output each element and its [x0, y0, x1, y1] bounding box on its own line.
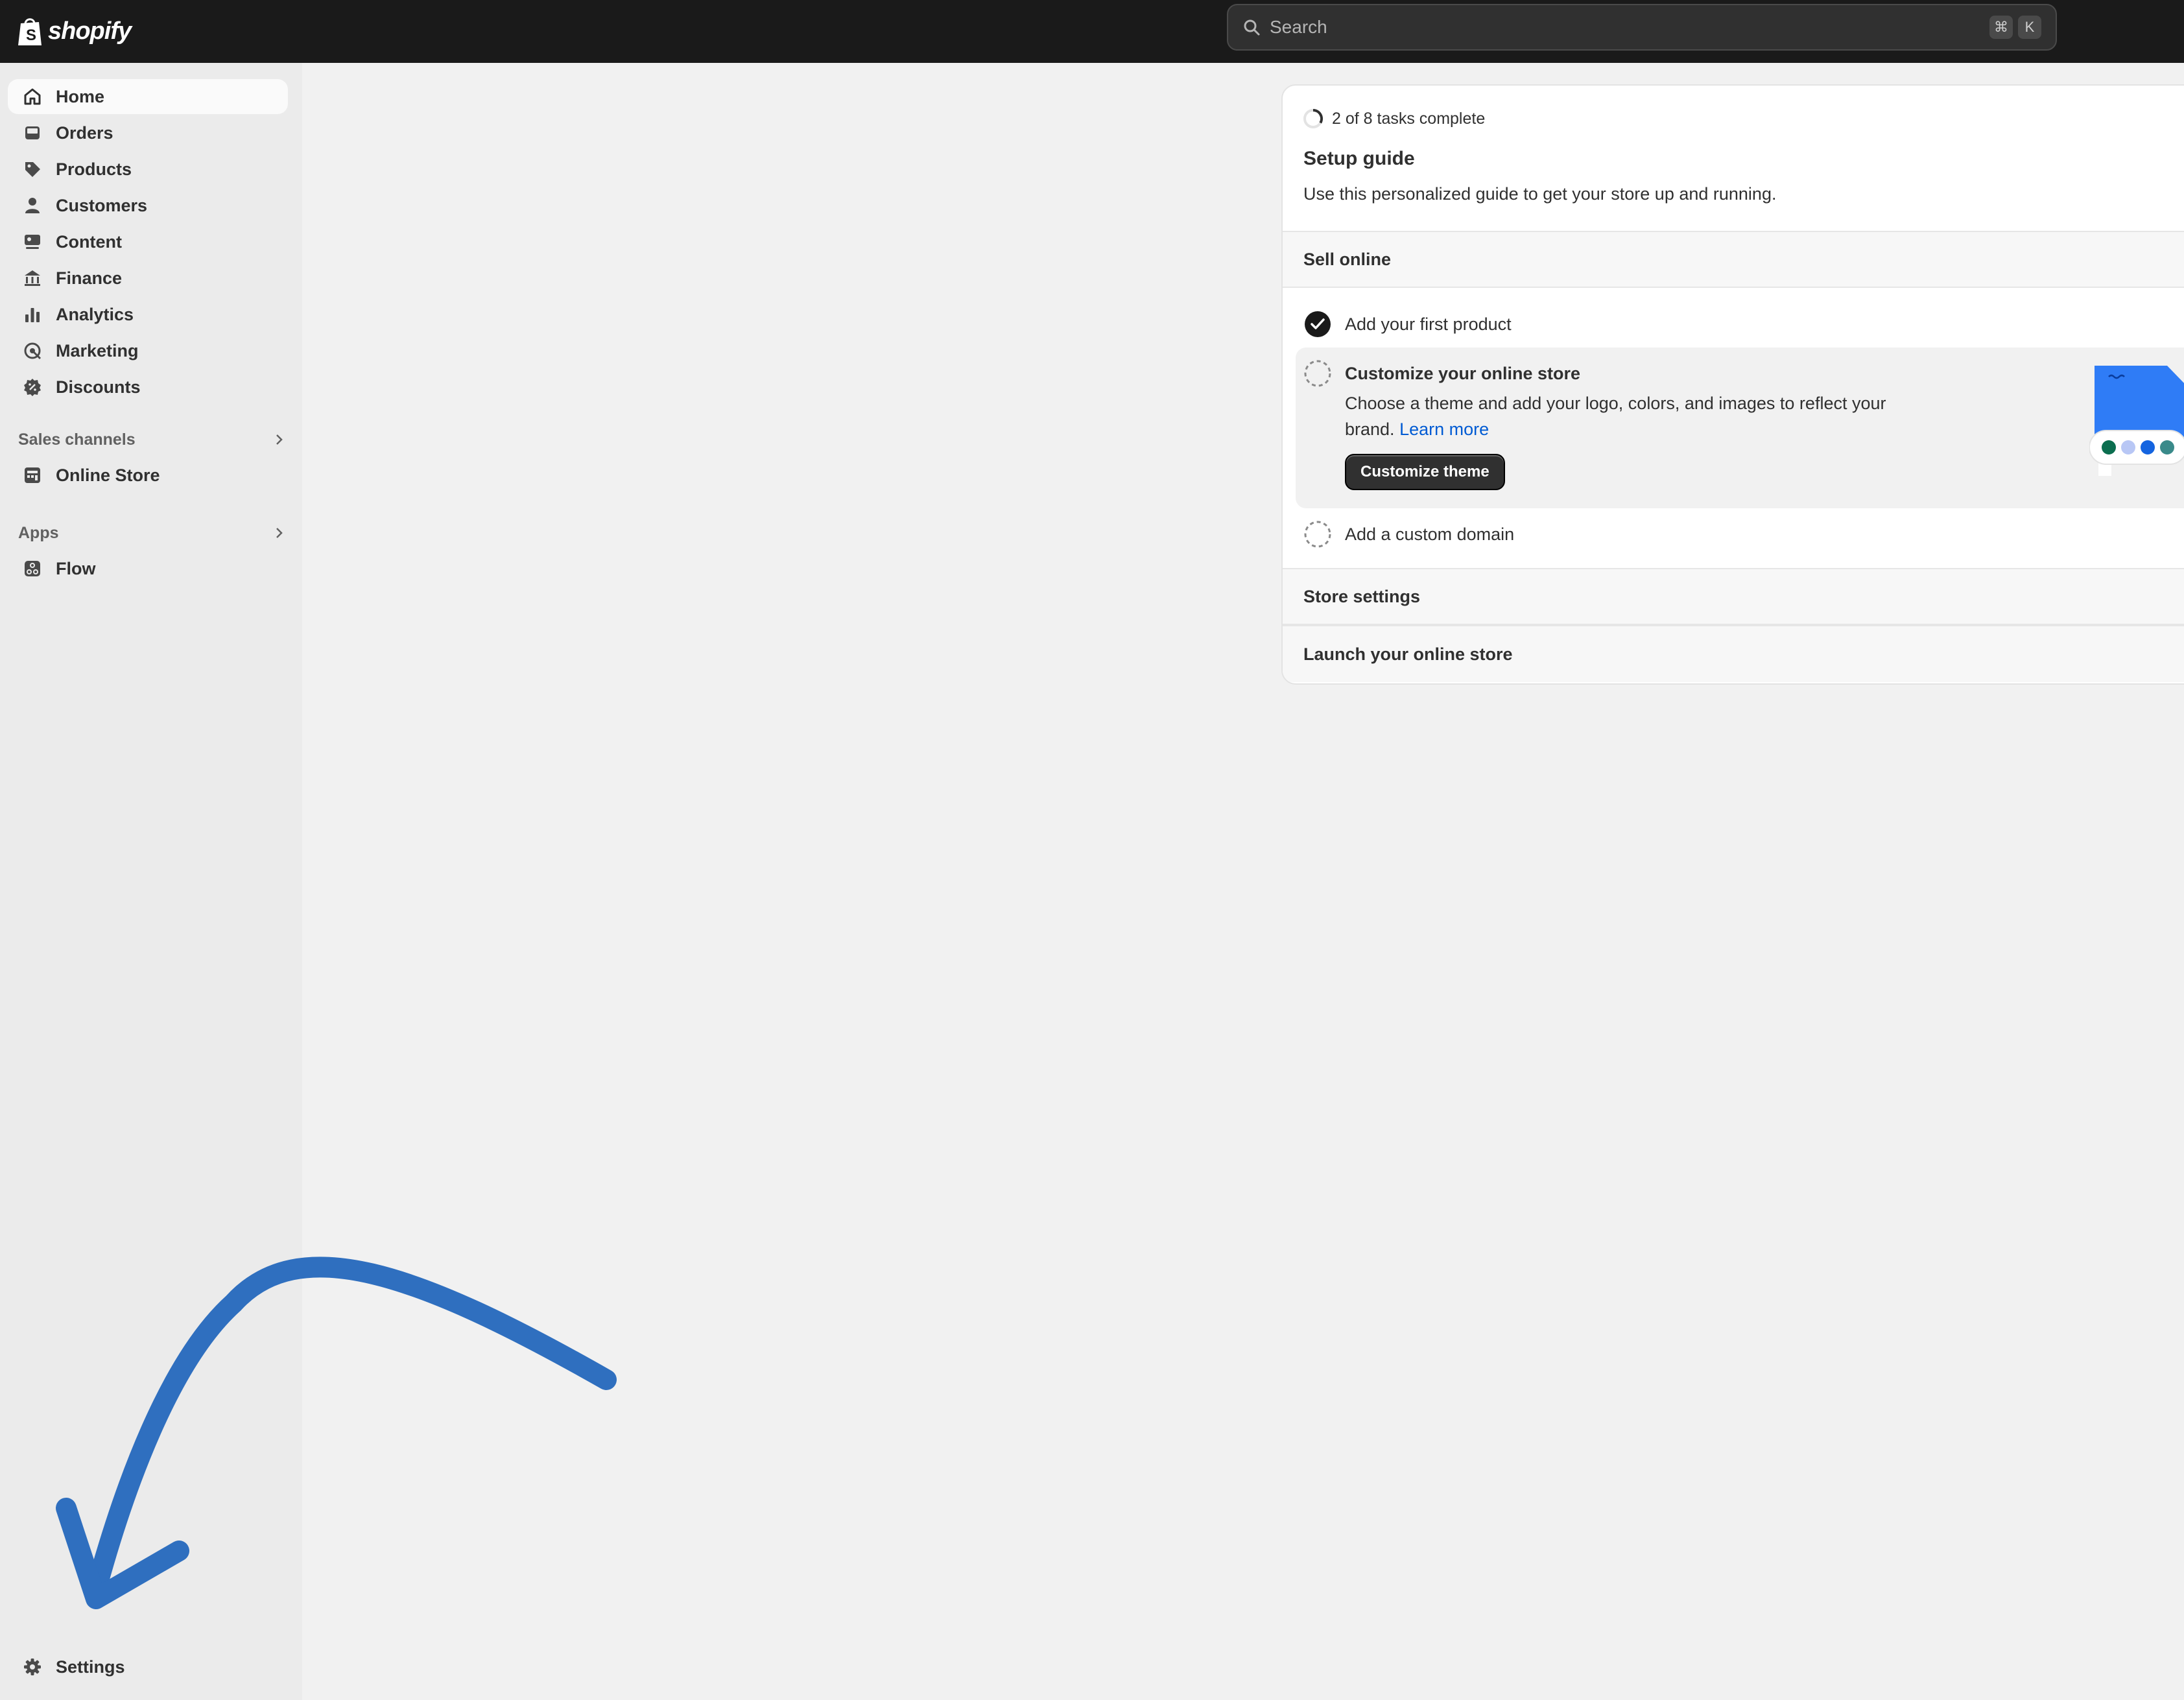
theme-illustration: [2089, 366, 2184, 476]
apps-label: Apps: [18, 523, 59, 542]
command-key: ⌘: [1989, 16, 2013, 39]
sidebar-item-label: Content: [56, 231, 122, 252]
task-title: Customize your online store: [1345, 364, 1581, 383]
task-add-first-product[interactable]: Add your first product: [1296, 302, 2184, 346]
sidebar-item-discounts[interactable]: Discounts: [8, 370, 288, 405]
dashed-circle-icon[interactable]: [1303, 359, 1332, 388]
k-key: K: [2018, 16, 2041, 39]
bar-chart-icon: [25, 308, 40, 322]
task-body: Customize your online store Choose a the…: [1345, 359, 1929, 490]
sidebar-item-products[interactable]: Products: [8, 152, 288, 187]
sidebar-item-label: Flow: [56, 558, 96, 578]
search-input[interactable]: Search ⌘ K: [1227, 4, 2057, 51]
setup-guide-card: 2 of 8 tasks complete Setup guide Use th…: [1281, 84, 2184, 685]
sidebar-item-label: Finance: [56, 268, 123, 288]
section-store-settings[interactable]: Store settings: [1283, 568, 2184, 625]
sidebar-item-label: Products: [56, 159, 132, 179]
sidebar-item-home[interactable]: Home: [8, 79, 288, 114]
tag-icon: [25, 162, 40, 177]
shopify-bag-icon: S: [18, 18, 42, 45]
progress-indicator: 2 of 8 tasks complete: [1302, 108, 1485, 130]
task-description: Choose a theme and add your logo, colors…: [1345, 390, 1929, 442]
home-icon: [24, 88, 41, 105]
progress-ring-icon: [1303, 108, 1323, 128]
flow-icon: [25, 561, 40, 576]
sidebar-item-label: Marketing: [56, 340, 139, 360]
svg-text:S: S: [26, 27, 36, 44]
search-icon: [1244, 19, 1260, 36]
check-circle-icon[interactable]: [1303, 310, 1332, 338]
sidebar-item-label: Analytics: [56, 304, 134, 324]
chevron-right-icon[interactable]: [271, 431, 288, 448]
search-shortcut: ⌘ K: [1989, 16, 2041, 39]
setup-guide-subtitle: Use this personalized guide to get your …: [1303, 184, 1777, 204]
store-icon: [25, 467, 40, 483]
sidebar-item-settings[interactable]: Settings: [8, 1649, 288, 1684]
shopify-logo[interactable]: S shopify: [17, 12, 132, 51]
learn-more-link[interactable]: Learn more: [1399, 419, 1489, 439]
task-label: Add your first product: [1345, 314, 1512, 334]
sidebar-item-analytics[interactable]: Analytics: [8, 297, 288, 332]
section-sell-online[interactable]: Sell online: [1283, 231, 2184, 288]
gear-icon: [24, 1659, 41, 1675]
sidebar-item-online-store[interactable]: Online Store: [8, 458, 288, 493]
sidebar-item-label: Orders: [56, 123, 113, 143]
apps-header[interactable]: Apps: [18, 520, 288, 546]
top-bar: S shopify Search ⌘ K: [0, 0, 2184, 63]
sidebar-item-flow[interactable]: Flow: [8, 551, 288, 586]
sidebar-item-customers[interactable]: Customers: [8, 188, 288, 223]
sidebar-item-finance[interactable]: Finance: [8, 261, 288, 296]
sidebar-item-orders[interactable]: Orders: [8, 115, 288, 150]
progress-text: 2 of 8 tasks complete: [1332, 109, 1486, 128]
setup-guide-title: Setup guide: [1303, 148, 1415, 169]
sales-channels-header[interactable]: Sales channels: [18, 427, 288, 453]
section-launch-store[interactable]: Launch your online store: [1283, 625, 2184, 682]
discount-icon: [24, 379, 41, 396]
customize-theme-button[interactable]: Customize theme: [1345, 454, 1505, 490]
inbox-icon: [25, 126, 40, 139]
sidebar-item-label: Home: [56, 86, 105, 106]
sidebar-item-marketing[interactable]: Marketing: [8, 333, 288, 368]
content-icon: [25, 235, 40, 249]
logo-text: shopify: [48, 17, 132, 45]
target-icon: [24, 342, 42, 360]
sidebar-item-label: Customers: [56, 195, 148, 215]
task-add-custom-domain[interactable]: Add a custom domain: [1296, 512, 2184, 556]
task-customize-store[interactable]: Customize your online store Choose a the…: [1296, 348, 2184, 508]
task-label: Add a custom domain: [1345, 524, 1515, 544]
person-icon: [25, 198, 40, 213]
search-placeholder: Search: [1270, 17, 1327, 37]
sidebar-item-label: Online Store: [56, 465, 160, 485]
dashed-circle-icon[interactable]: [1303, 520, 1332, 549]
chevron-right-icon[interactable]: [271, 525, 288, 541]
sidebar-item-label: Discounts: [56, 377, 141, 397]
settings-label: Settings: [56, 1657, 125, 1677]
bank-icon: [25, 270, 40, 286]
sales-channels-label: Sales channels: [18, 430, 136, 449]
sidebar-item-content[interactable]: Content: [8, 224, 288, 259]
